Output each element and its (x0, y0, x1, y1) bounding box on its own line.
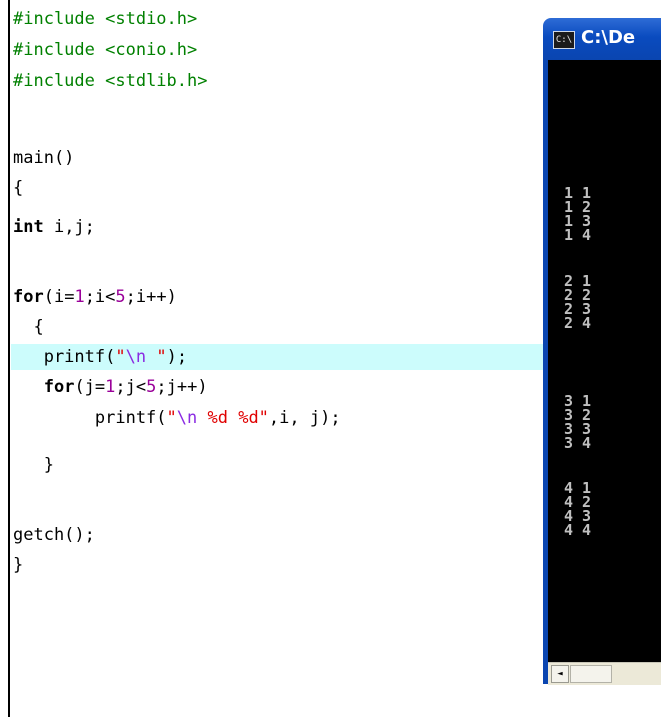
code-line-6[interactable]: { (13, 175, 23, 201)
string-literal: " (115, 347, 126, 367)
code-line-16[interactable]: getch(); (13, 522, 95, 548)
console-titlebar[interactable]: C:\ C:\De (543, 18, 661, 60)
code-line-3[interactable]: #include <stdlib.h> (13, 68, 207, 94)
code-line-2[interactable]: #include <conio.h> (13, 37, 197, 63)
string-literal: " (146, 347, 167, 367)
code-text: printf( (13, 347, 116, 367)
string-literal: %d %d" (197, 408, 269, 428)
string-literal: " (166, 408, 177, 428)
output-line: 1 4 (564, 226, 592, 244)
code-text: ); (166, 347, 188, 367)
include-header: <conio.h> (94, 40, 198, 60)
number-literal: 5 (115, 287, 126, 307)
output-line: 4 4 (564, 521, 592, 539)
preprocessor-directive: #include (13, 40, 95, 60)
keyword: int (13, 217, 44, 237)
scroll-thumb[interactable] (570, 665, 612, 683)
code-text: ;j++) (156, 377, 208, 397)
console-icon[interactable]: C:\ (553, 31, 575, 49)
preprocessor-directive: #include (13, 9, 95, 29)
code-text: (i= (43, 287, 75, 307)
output-line: 3 4 (564, 434, 592, 452)
code-line-13[interactable]: printf("\n %d %d",i, j); (13, 405, 341, 431)
code-text: ;j< (115, 377, 147, 397)
include-header: <stdlib.h> (94, 71, 208, 91)
editor-gutter-border (8, 0, 10, 717)
escape-sequence: \n (125, 347, 147, 367)
code-text: ;i++) (125, 287, 177, 307)
scroll-left-icon[interactable]: ◄ (551, 665, 569, 683)
console-output: 1 1 1 2 1 3 1 4 2 1 2 2 2 3 2 4 3 1 3 2 … (548, 60, 661, 662)
code-line-11-current[interactable]: printf("\n "); (11, 344, 543, 370)
code-text: ,i, j); (268, 408, 341, 428)
keyword: for (43, 377, 75, 397)
code-text: (j= (74, 377, 106, 397)
preprocessor-directive: #include (13, 71, 95, 91)
code-text: i,j; (43, 217, 95, 237)
code-text: ;i< (84, 287, 116, 307)
code-line-14[interactable]: } (13, 452, 54, 478)
escape-sequence: \n (176, 408, 198, 428)
code-line-17[interactable]: } (13, 552, 23, 578)
code-line-7[interactable]: int i,j; (13, 214, 95, 240)
console-window[interactable]: C:\ C:\De 1 1 1 2 1 3 1 4 2 1 2 2 2 3 2 … (543, 18, 661, 685)
code-line-12[interactable]: for(j=1;j<5;j++) (13, 374, 208, 400)
horizontal-scrollbar[interactable]: ◄ (548, 662, 661, 685)
code-line-1[interactable]: #include <stdio.h> (13, 6, 197, 32)
number-literal: 1 (105, 377, 116, 397)
code-text: printf( (13, 408, 167, 428)
output-line: 2 4 (564, 314, 592, 332)
code-line-9[interactable]: for(i=1;i<5;i++) (13, 284, 177, 310)
console-title: C:\De (581, 27, 636, 48)
number-literal: 1 (74, 287, 85, 307)
keyword: for (13, 287, 44, 307)
code-line-10[interactable]: { (13, 314, 43, 340)
number-literal: 5 (146, 377, 157, 397)
code-line-5[interactable]: main() (13, 145, 74, 171)
include-header: <stdio.h> (94, 9, 198, 29)
